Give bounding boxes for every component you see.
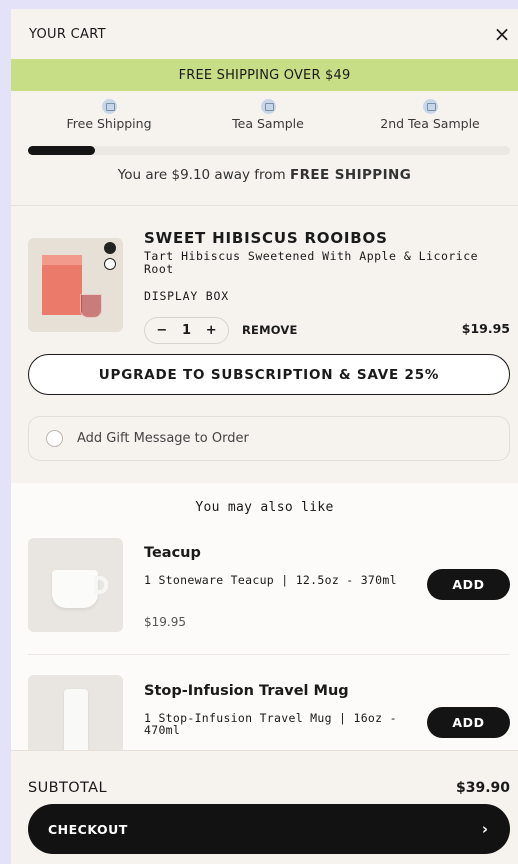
cart-title: YOUR CART (29, 26, 106, 42)
qty-plus-button[interactable]: + (206, 323, 217, 338)
away-text: You are $9.10 away from (117, 167, 290, 183)
teacup-handle-graphic (94, 576, 108, 594)
cart-drawer: YOUR CART × FREE SHIPPING OVER $49 Free … (11, 9, 518, 864)
product-image-hibiscus[interactable] (28, 238, 123, 332)
milestone-label: 2nd Tea Sample (380, 116, 480, 131)
qty-value: 1 (181, 323, 191, 338)
teacup-graphic (52, 570, 98, 608)
free-shipping-message: You are $9.10 away from FREE SHIPPING (11, 167, 518, 183)
remove-item-button[interactable]: REMOVE (242, 323, 298, 337)
shipping-progress-fill (28, 146, 96, 155)
upgrade-subscription-button[interactable]: UPGRADE TO SUBSCRIPTION & SAVE 25% (28, 354, 510, 395)
cart-footer: SUBTOTAL $39.90 CHECKOUT › (11, 750, 518, 855)
recommendations-section: You may also like Teacup 1 Stoneware Tea… (11, 483, 518, 769)
truck-icon (101, 99, 117, 114)
away-emphasis: FREE SHIPPING (290, 167, 412, 183)
rec-item-description: 1 Stoneware Teacup | 12.5oz - 370ml (144, 573, 397, 587)
free-shipping-banner: FREE SHIPPING OVER $49 (11, 59, 518, 91)
caffeine-free-icon (104, 258, 116, 270)
cart-item-title[interactable]: SWEET HIBISCUS ROOIBOS (144, 229, 388, 247)
checkout-label: CHECKOUT (48, 821, 128, 837)
add-label: ADD (452, 715, 485, 730)
rec-item-price: $19.95 (144, 615, 186, 629)
chevron-right-icon: › (481, 820, 488, 838)
add-teacup-button[interactable]: ADD (427, 569, 510, 600)
milestone-free-shipping: Free Shipping (39, 99, 179, 131)
gift-message-radio[interactable] (46, 430, 63, 447)
milestone-2nd-tea-sample: 2nd Tea Sample (360, 99, 500, 131)
upgrade-label: UPGRADE TO SUBSCRIPTION & SAVE 25% (98, 366, 440, 383)
free-shipping-banner-text: FREE SHIPPING OVER $49 (178, 67, 351, 83)
rec-item-name[interactable]: Teacup (144, 545, 201, 561)
rec-divider (28, 654, 510, 655)
rec-item-description: 1 Stop-Infusion Travel Mug | 16oz - 470m… (144, 711, 397, 737)
cart-header: YOUR CART × (11, 9, 518, 59)
close-icon[interactable]: × (492, 24, 512, 44)
cart-item-description: Tart Hibiscus Sweetened With Apple & Lic… (144, 249, 479, 276)
tea-box-band (42, 255, 82, 265)
milestone-label: Free Shipping (66, 116, 152, 131)
gift-message-label: Add Gift Message to Order (77, 431, 249, 446)
qty-minus-button[interactable]: − (156, 323, 167, 338)
shipping-milestones: Free Shipping Tea Sample 2nd Tea Sample (11, 91, 518, 135)
add-label: ADD (452, 577, 485, 592)
cart-item-price: $19.95 (461, 321, 510, 336)
gift-bag-icon (422, 99, 438, 114)
organic-badge-icon (104, 242, 116, 254)
gift-bag-icon (260, 99, 276, 114)
recommendations-title: You may also like (195, 500, 334, 515)
subtotal-label: SUBTOTAL (28, 780, 107, 796)
cart-item-variant: DISPLAY BOX (144, 289, 229, 303)
shipping-progress-bar (28, 146, 510, 155)
section-divider (11, 205, 518, 206)
gift-message-option[interactable]: Add Gift Message to Order (28, 416, 510, 461)
add-travel-mug-button[interactable]: ADD (427, 707, 510, 738)
checkout-button[interactable]: CHECKOUT › (28, 804, 510, 854)
rec-item-name[interactable]: Stop-Infusion Travel Mug (144, 683, 349, 699)
tea-glass-graphic (80, 294, 102, 318)
product-image-teacup[interactable] (28, 538, 123, 632)
milestone-tea-sample: Tea Sample (198, 99, 338, 131)
milestone-label: Tea Sample (232, 116, 304, 131)
subtotal-value: $39.90 (455, 780, 510, 796)
quantity-stepper[interactable]: − 1 + (144, 317, 229, 344)
